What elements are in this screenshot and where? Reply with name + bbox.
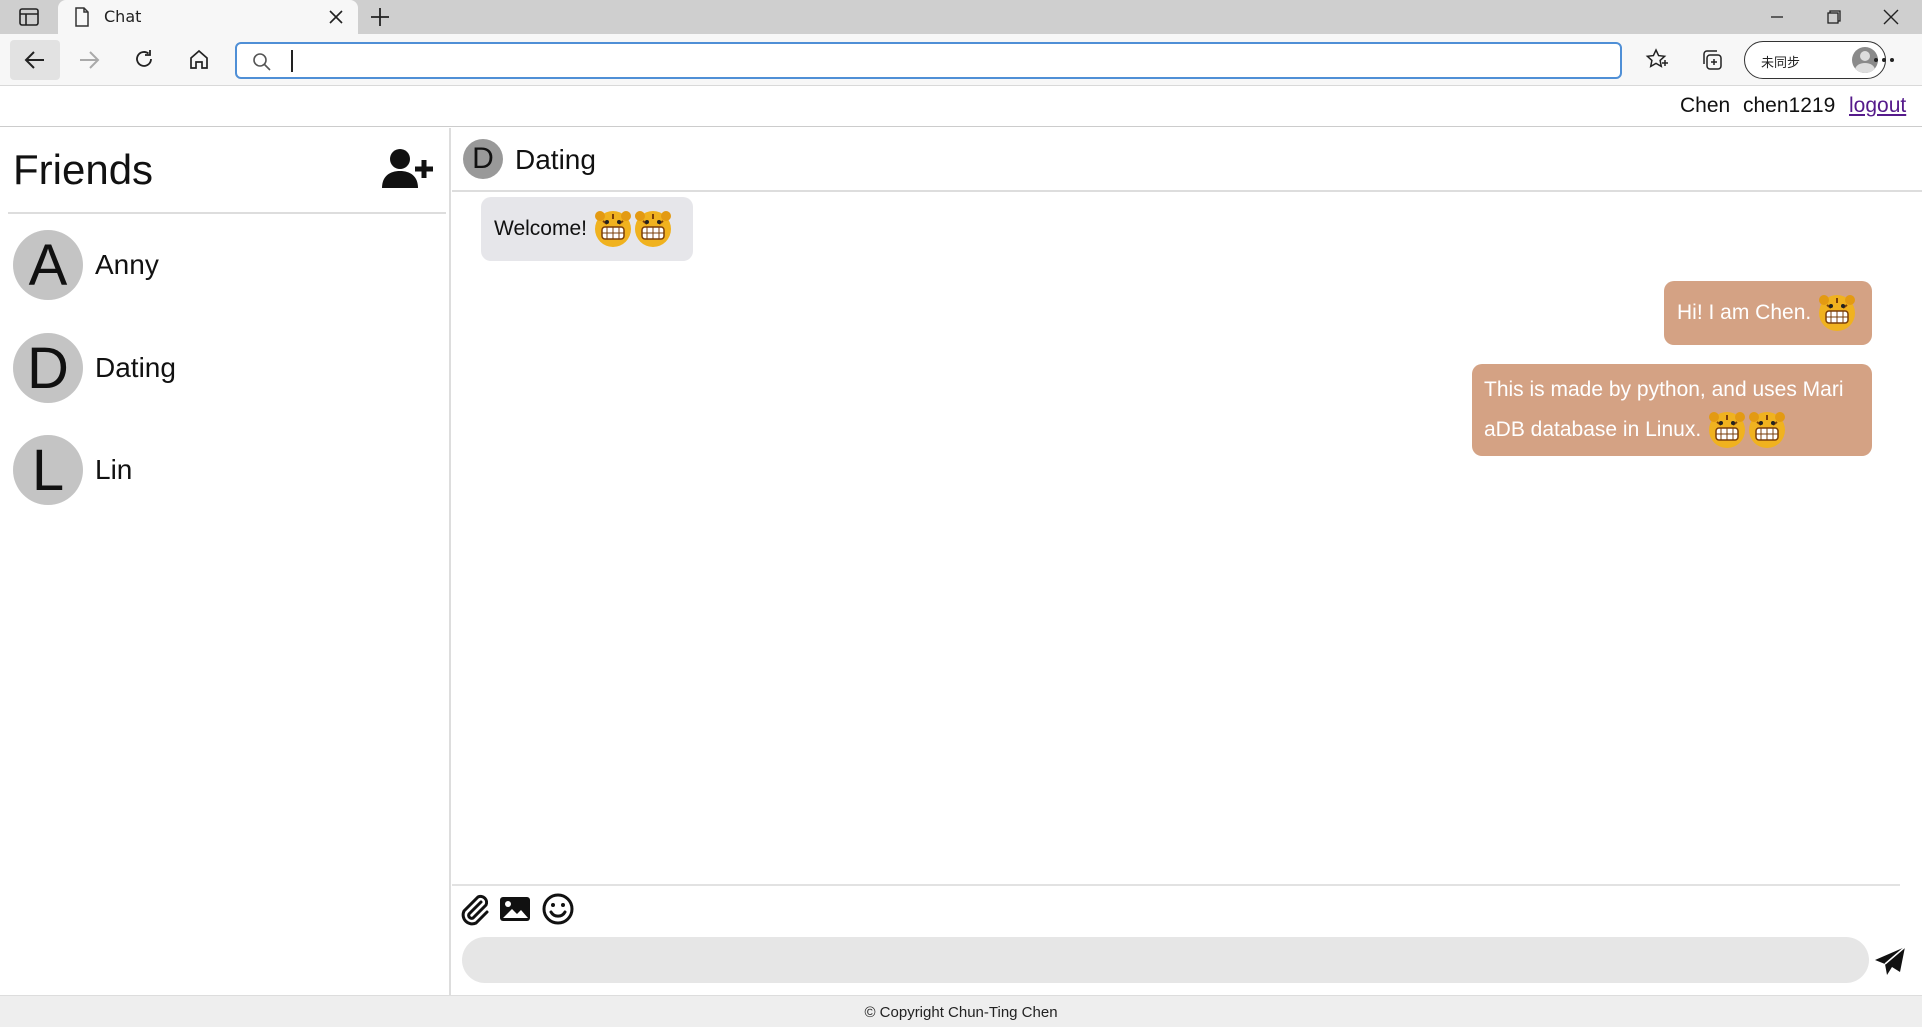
copyright-text: © Copyright Chun-Ting Chen	[864, 1004, 1058, 1021]
friends-sidebar: Friends A Anny D Dating L Lin	[0, 128, 451, 995]
message-input[interactable]	[462, 937, 1869, 983]
forward-icon[interactable]	[78, 50, 100, 74]
attach-icon[interactable]	[457, 892, 491, 926]
browser-tab[interactable]: Chat	[58, 0, 358, 34]
profile-sync-button[interactable]: 未同步	[1744, 41, 1886, 79]
chat-avatar: D	[463, 139, 503, 179]
favorites-star-icon[interactable]	[1645, 48, 1669, 76]
friend-item-dating[interactable]: D Dating	[13, 333, 433, 403]
emoji-icon[interactable]	[541, 892, 575, 926]
friends-title: Friends	[13, 146, 154, 193]
user-bar: Chen chen1219 logout	[0, 87, 1922, 127]
chat-header: D Dating	[452, 128, 1922, 192]
minimize-icon[interactable]	[1755, 0, 1799, 34]
friend-item-lin[interactable]: L Lin	[13, 435, 433, 505]
collections-icon[interactable]	[1700, 48, 1724, 76]
page-icon	[74, 7, 90, 31]
window-close-icon[interactable]	[1869, 0, 1913, 34]
friend-name: Dating	[95, 352, 176, 383]
browser-navbar: 未同步	[0, 34, 1922, 86]
friend-item-anny[interactable]: A Anny	[13, 230, 433, 300]
sidebar-toggle-icon[interactable]	[18, 7, 40, 27]
close-icon[interactable]	[329, 9, 343, 28]
reload-icon[interactable]	[133, 48, 155, 74]
avatar: A	[13, 230, 83, 300]
message-text: Hi! I am Chen.	[1677, 301, 1812, 324]
footer: © Copyright Chun-Ting Chen	[0, 995, 1922, 1027]
message-outgoing: This is made by python, and uses Mari aD…	[1472, 364, 1872, 456]
friend-name: Lin	[95, 454, 133, 485]
message-text-line-2: aDB database in Linux.	[1484, 418, 1702, 441]
chat-title: Dating	[515, 144, 596, 175]
message-outgoing: Hi! I am Chen.	[1664, 281, 1872, 345]
back-icon	[24, 51, 44, 69]
add-friend-icon[interactable]	[382, 148, 434, 194]
message-incoming: Welcome!	[481, 197, 693, 261]
tiger-emoji-icon	[1748, 411, 1786, 450]
back-button[interactable]	[10, 40, 60, 80]
new-tab-icon[interactable]	[369, 6, 391, 32]
text-caret	[291, 50, 293, 72]
tiger-emoji-icon	[633, 210, 672, 249]
image-icon[interactable]	[498, 892, 532, 926]
browser-tabstrip: Chat	[0, 0, 1922, 34]
tab-title: Chat	[104, 7, 142, 26]
send-icon[interactable]	[1874, 946, 1906, 980]
avatar: D	[13, 333, 83, 403]
sync-label: 未同步	[1761, 56, 1801, 71]
message-text-line-1: This is made by python, and uses Mari	[1484, 378, 1844, 401]
tiger-emoji-icon	[1818, 294, 1857, 333]
friend-name: Anny	[95, 249, 159, 280]
composer-divider	[452, 884, 1900, 886]
tiger-emoji-icon	[593, 210, 632, 249]
restore-icon[interactable]	[1812, 0, 1856, 34]
user-username: chen1219	[1743, 94, 1836, 117]
message-text: Welcome!	[494, 217, 587, 240]
search-icon	[252, 52, 272, 76]
address-bar[interactable]	[235, 42, 1622, 79]
avatar: L	[13, 435, 83, 505]
tiger-emoji-icon	[1708, 411, 1746, 450]
user-display-name: Chen	[1680, 94, 1731, 117]
sidebar-divider	[8, 212, 446, 214]
more-icon[interactable]	[1872, 48, 1896, 76]
home-icon[interactable]	[188, 48, 210, 74]
logout-link[interactable]: logout	[1849, 94, 1906, 118]
